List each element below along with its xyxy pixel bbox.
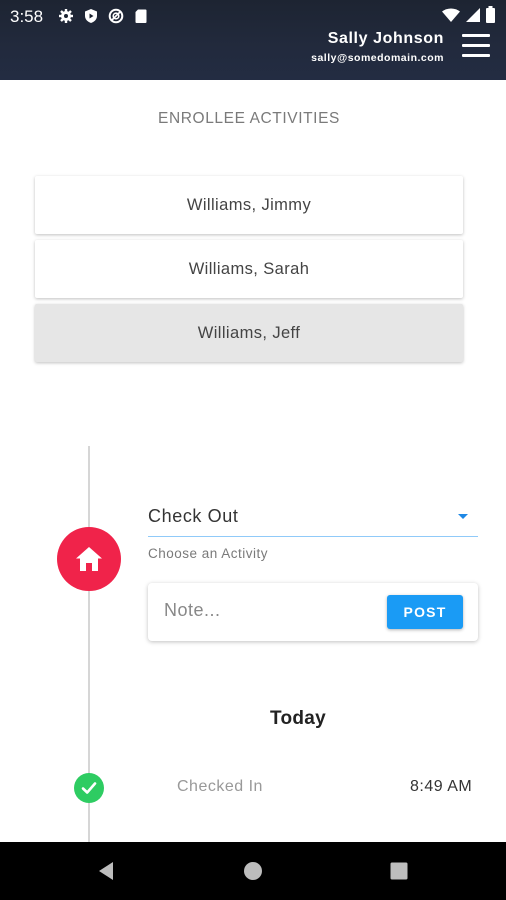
status-icons xyxy=(58,8,149,24)
enrollee-card[interactable]: Williams, Jimmy xyxy=(35,176,463,234)
section-title: ENROLLEE ACTIVITIES xyxy=(158,110,340,127)
check-circle-icon xyxy=(74,773,104,803)
enrollee-card[interactable]: Williams, Sarah xyxy=(35,240,463,298)
status-time: 3:58 xyxy=(10,7,44,26)
activity-helper-text: Choose an Activity xyxy=(148,546,269,561)
play-protect-icon xyxy=(85,9,97,23)
chevron-down-icon xyxy=(458,514,468,519)
enrollee-card-selected[interactable]: Williams, Jeff xyxy=(35,304,463,362)
enrollee-list: Williams, Jimmy Williams, Sarah Williams… xyxy=(35,176,463,368)
activity-select[interactable]: Check Out xyxy=(148,500,478,537)
sd-card-icon xyxy=(135,9,147,23)
battery-icon xyxy=(486,6,495,23)
user-email: sally@somedomain.com xyxy=(311,52,444,64)
wifi-icon xyxy=(442,8,460,22)
note-input[interactable] xyxy=(164,600,374,621)
gear-icon xyxy=(59,9,73,23)
home-nav-icon[interactable] xyxy=(213,842,293,900)
post-button[interactable]: POST xyxy=(387,595,463,629)
activity-select-value: Check Out xyxy=(148,506,239,526)
recents-icon[interactable] xyxy=(359,842,439,900)
timeline-entry-label: Checked In xyxy=(177,778,263,795)
back-icon[interactable] xyxy=(66,842,146,900)
home-icon xyxy=(76,547,102,571)
hamburger-menu-icon[interactable] xyxy=(462,33,490,57)
signal-icon xyxy=(466,7,480,22)
data-saver-icon xyxy=(108,8,124,24)
activity-icon-circle xyxy=(57,527,121,591)
timeline-entry-time: 8:49 AM xyxy=(410,778,473,795)
user-name: Sally Johnson xyxy=(327,30,444,47)
timeline-day-label: Today xyxy=(270,708,327,729)
note-card: POST xyxy=(148,583,478,641)
system-nav-bar xyxy=(0,842,506,900)
status-right-icons xyxy=(441,6,496,23)
app-header: 3:58 Sally Johnson sally@somedomain.com xyxy=(0,0,506,80)
